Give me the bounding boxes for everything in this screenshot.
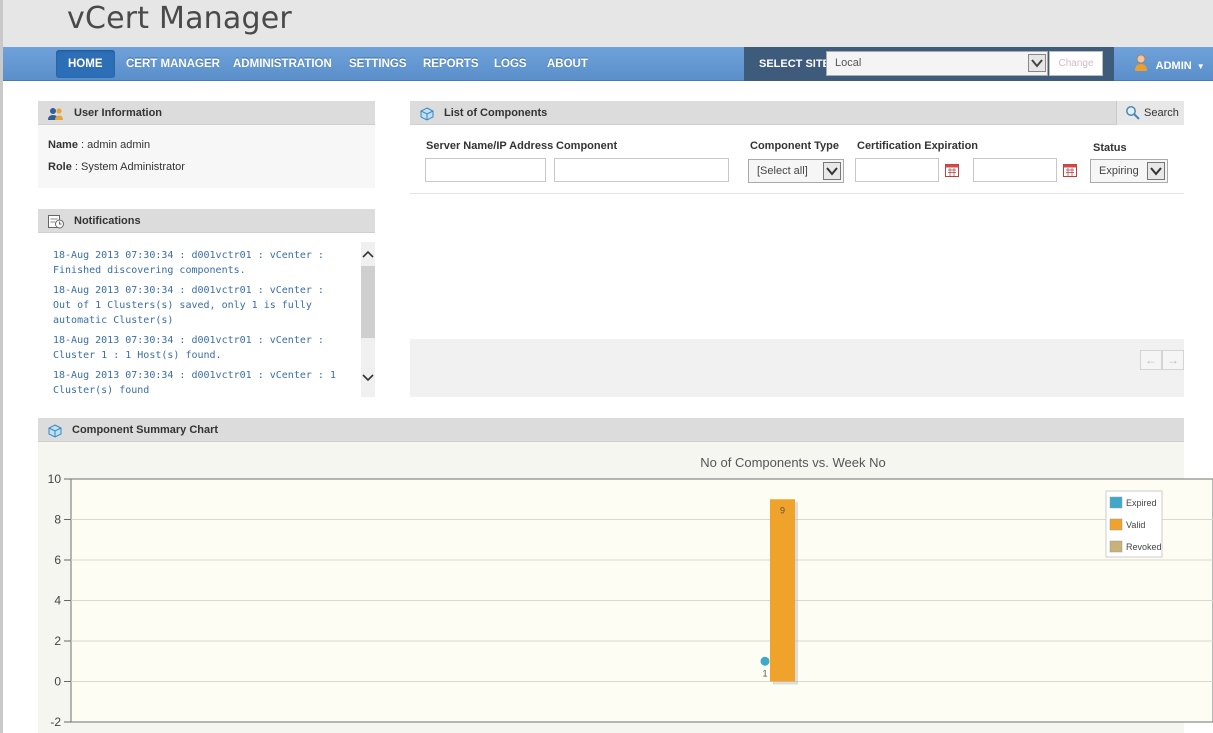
y-tick-label: 2 <box>54 634 61 648</box>
scroll-down-icon[interactable] <box>362 370 374 388</box>
legend-label: Valid <box>1126 520 1145 530</box>
y-tick-label: 10 <box>48 472 62 486</box>
col-server: Server Name/IP Address <box>426 140 554 152</box>
user-info-header: User Information <box>38 101 375 125</box>
search-button[interactable]: Search <box>1116 101 1184 125</box>
chart-title: No of Components vs. Week No <box>700 455 885 470</box>
site-selector: SELECT SITE Local Change <box>744 47 1114 81</box>
nav-about[interactable]: ABOUT <box>547 50 588 78</box>
notifications-title: Notifications <box>74 215 141 227</box>
expired-data-label: 1 <box>762 668 767 678</box>
status-select[interactable]: Expiring <box>1090 159 1168 183</box>
expiration-to-input[interactable] <box>973 158 1057 182</box>
nav-administration[interactable]: ADMINISTRATION <box>233 50 332 78</box>
server-input[interactable] <box>425 158 546 182</box>
component-cube-icon <box>48 423 62 438</box>
notification-item: 18-Aug 2013 07:30:34 : d001vctr01 : vCen… <box>53 370 336 396</box>
chevron-down-icon[interactable] <box>1028 54 1046 72</box>
user-info-title: User Information <box>74 107 163 119</box>
components-pager-bar <box>410 339 1184 397</box>
chevron-down-icon[interactable] <box>1147 162 1165 180</box>
y-tick-label: 0 <box>54 675 61 689</box>
col-component: Component <box>556 140 618 152</box>
component-input[interactable] <box>554 158 729 182</box>
component-cube-icon <box>420 106 434 121</box>
chart-legend: Expired Valid Revoked <box>1105 490 1163 558</box>
nav-reports[interactable]: REPORTS <box>423 50 479 78</box>
scroll-up-icon[interactable] <box>362 246 374 264</box>
nav-cert-manager[interactable]: CERT MANAGER <box>126 50 220 78</box>
site-value: Local <box>835 57 862 69</box>
app-title: vCert Manager <box>67 1 292 36</box>
caret-down-icon: ▼ <box>1196 61 1205 71</box>
user-role-row: Role : System Administrator <box>48 161 185 173</box>
col-component-type: Component Type <box>750 140 840 152</box>
legend-swatch <box>1109 496 1123 509</box>
summary-chart-header: Component Summary Chart <box>38 418 1184 442</box>
notification-item: 18-Aug 2013 07:30:34 : d001vctr01 : vCen… <box>53 250 324 276</box>
calendar-icon[interactable] <box>1063 163 1077 177</box>
col-cert-expiration: Certification Expiration <box>857 140 979 152</box>
scrollbar-thumb[interactable] <box>361 266 375 338</box>
user-name-row: Name : admin admin <box>48 139 151 151</box>
user-menu[interactable]: ADMIN ▼ <box>1133 53 1205 75</box>
user-info-panel: Name : admin admin Role : System Adminis… <box>38 125 375 188</box>
pager-prev-button[interactable]: ← <box>1140 350 1162 370</box>
nav-home[interactable]: HOME <box>56 50 115 78</box>
notification-item: 18-Aug 2013 07:30:34 : d001vctr01 : vCen… <box>53 335 324 361</box>
valid-bar <box>770 499 795 682</box>
site-select[interactable]: Local <box>826 51 1048 76</box>
component-type-value: [Select all] <box>757 165 808 177</box>
nav-settings[interactable]: SETTINGS <box>349 50 407 78</box>
components-table <box>410 193 1184 339</box>
search-label: Search <box>1144 107 1179 119</box>
notification-clock-icon <box>48 214 64 229</box>
main-navbar: HOME CERT MANAGER ADMINISTRATION SETTING… <box>3 47 1213 81</box>
user-avatar-icon <box>1133 53 1149 79</box>
y-tick-label: 4 <box>54 594 61 608</box>
legend-label: Expired <box>1126 498 1157 508</box>
expiration-from-input[interactable] <box>855 158 939 182</box>
calendar-icon[interactable] <box>945 163 959 177</box>
pager-next-button[interactable]: → <box>1162 350 1184 370</box>
chevron-down-icon[interactable] <box>823 162 841 180</box>
y-tick-label: 8 <box>54 513 61 527</box>
component-type-select[interactable]: [Select all] <box>748 159 844 183</box>
summary-chart-title: Component Summary Chart <box>72 424 219 436</box>
components-header: List of Components <box>410 101 1184 125</box>
col-status: Status <box>1093 142 1127 154</box>
app-header: vCert Manager <box>3 0 1213 47</box>
valid-data-label: 9 <box>780 505 785 515</box>
site-label: SELECT SITE <box>759 58 830 70</box>
component-summary-chart: -2 0 2 4 6 8 10 1 9 No of Components vs. Week N… <box>48 455 1213 729</box>
legend-label: Revoked <box>1126 542 1162 552</box>
status-value: Expiring <box>1099 165 1139 177</box>
expired-point <box>760 656 770 666</box>
notifications-scrollbar[interactable] <box>361 242 375 397</box>
y-tick-label: 6 <box>54 553 61 567</box>
components-title: List of Components <box>444 107 548 119</box>
notification-item: 18-Aug 2013 07:30:34 : d001vctr01 : vCen… <box>53 285 324 326</box>
y-tick-label: -2 <box>50 715 61 729</box>
nav-logs[interactable]: LOGS <box>494 50 527 78</box>
change-site-button[interactable]: Change <box>1049 51 1103 76</box>
users-icon <box>48 106 63 120</box>
notifications-header: Notifications <box>38 209 375 233</box>
legend-swatch <box>1109 540 1123 553</box>
user-name: ADMIN <box>1155 59 1192 72</box>
legend-swatch <box>1109 518 1123 531</box>
